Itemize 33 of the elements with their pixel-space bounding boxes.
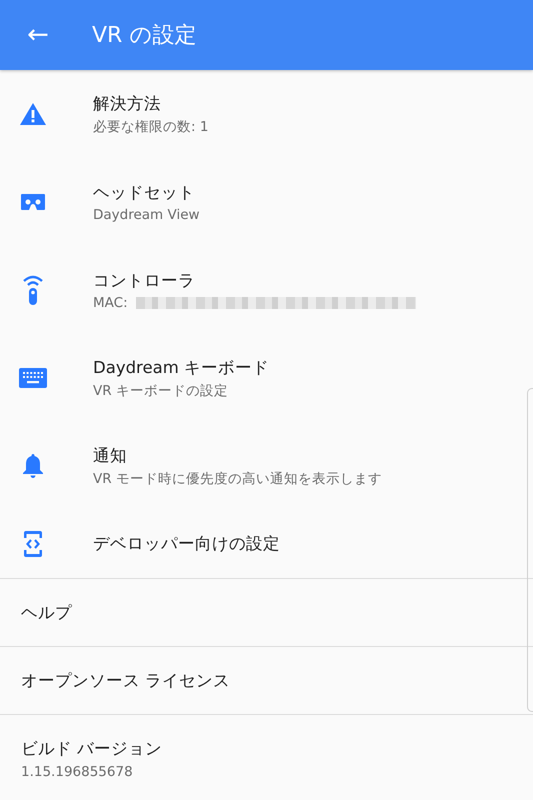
settings-item[interactable]: 通知 VR モード時に優先度の高い通知を表示します	[0, 422, 533, 510]
settings-item[interactable]: オープンソース ライセンス	[0, 647, 533, 715]
item-subtitle: 必要な権限の数: 1	[93, 118, 208, 136]
keyboard-icon	[18, 368, 46, 388]
edge-handle[interactable]	[527, 388, 533, 712]
vr-headset-icon	[20, 193, 46, 211]
item-title: Daydream キーボード	[93, 356, 270, 378]
item-subtitle: 1.15.196855678	[21, 764, 134, 780]
item-subtitle: MAC:	[93, 294, 128, 310]
item-title: ヘッドセット	[93, 182, 196, 204]
item-title: ヘルプ	[21, 602, 73, 624]
settings-item[interactable]: 解決方法 必要な権限の数: 1	[0, 70, 533, 158]
settings-item[interactable]: ヘルプ	[0, 579, 533, 647]
item-title: ビルド バージョン	[21, 738, 164, 760]
item-title: コントローラ	[93, 270, 196, 292]
settings-item[interactable]: デベロッパー向けの設定	[0, 510, 533, 579]
item-title: 解決方法	[93, 92, 162, 114]
item-title: オープンソース ライセンス	[21, 670, 232, 692]
item-subtitle: Daydream View	[93, 206, 200, 222]
developer-icon	[22, 530, 42, 558]
item-title: デベロッパー向けの設定	[93, 533, 280, 555]
warning-icon	[18, 102, 46, 126]
settings-item[interactable]: コントローラ MAC:	[0, 246, 533, 334]
settings-item[interactable]: ビルド バージョン 1.15.196855678	[0, 715, 533, 800]
item-title: 通知	[93, 444, 128, 466]
item-subtitle: VR モード時に優先度の高い通知を表示します	[93, 470, 382, 488]
settings-item[interactable]: Daydream キーボード VR キーボードの設定	[0, 334, 533, 422]
bell-icon	[22, 453, 44, 479]
screen-title: VR の設定	[92, 22, 196, 50]
back-button[interactable]: ←	[18, 20, 58, 50]
controller-icon	[22, 274, 44, 306]
item-subtitle: VR キーボードの設定	[93, 382, 228, 400]
settings-item[interactable]: ヘッドセット Daydream View	[0, 158, 533, 246]
